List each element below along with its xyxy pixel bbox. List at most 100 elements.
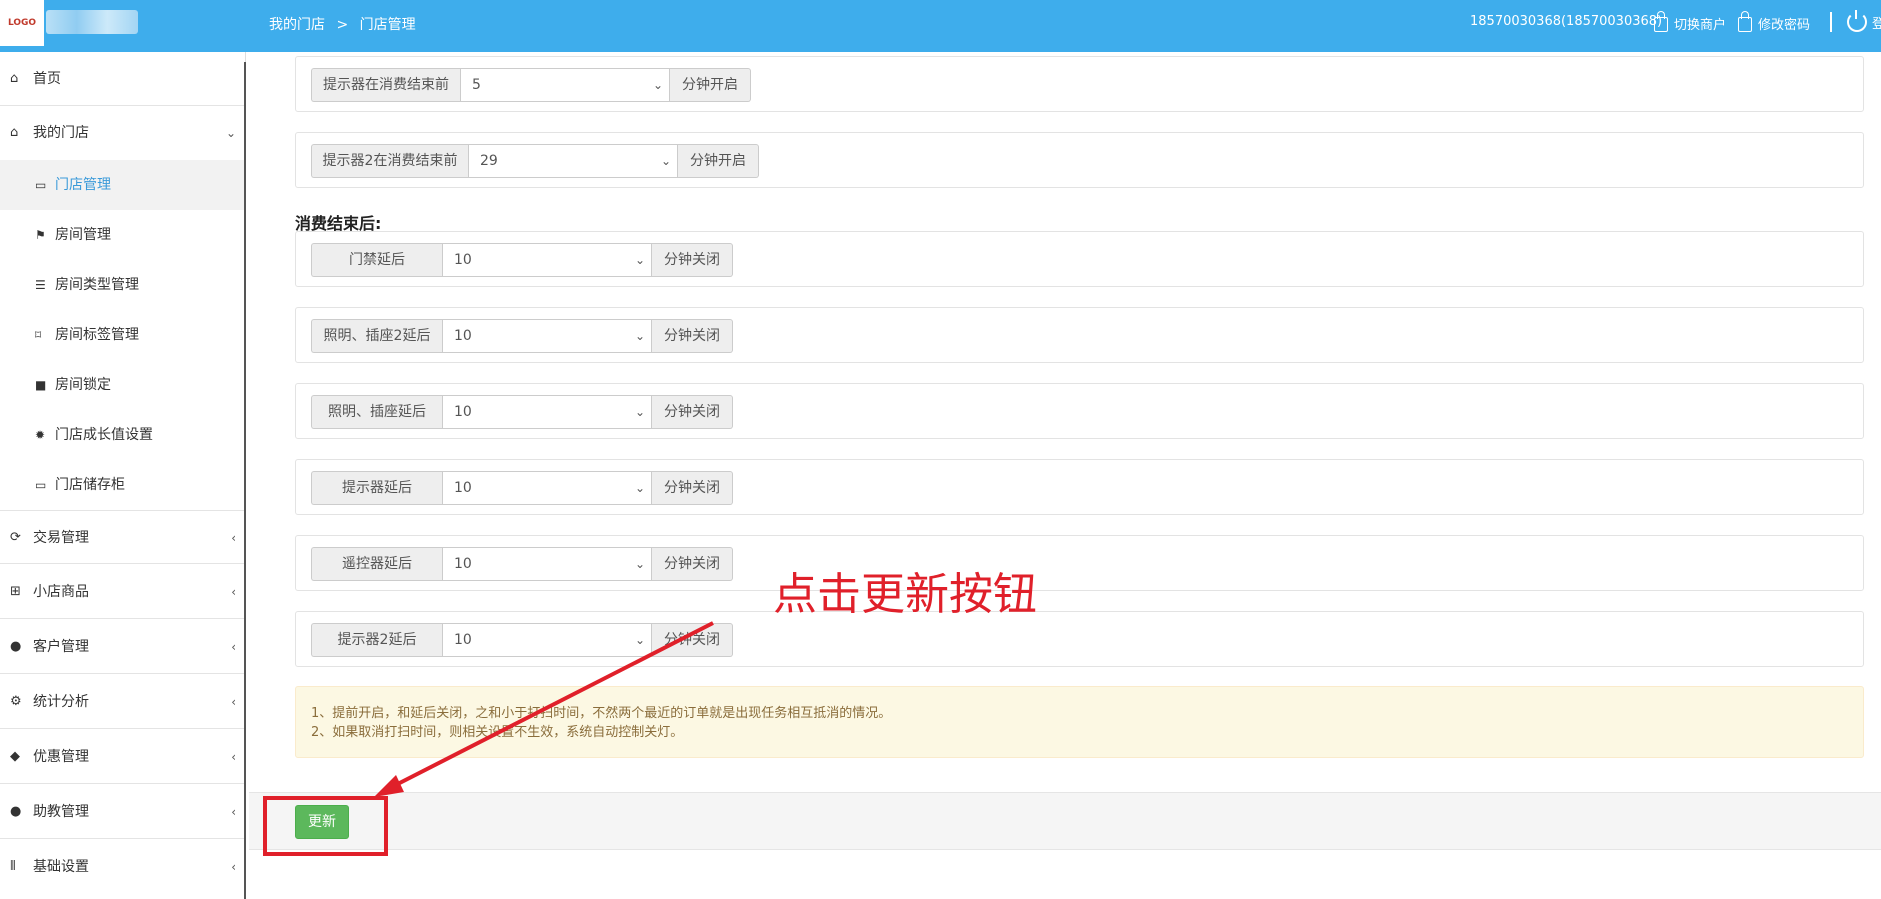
annotation-highlight-box (263, 796, 388, 856)
chevron-left-icon: ‹ (231, 695, 236, 709)
reminder-before-end-select[interactable]: 5 ⌄ (460, 68, 670, 102)
refresh-icon: ⟳ (10, 530, 21, 545)
home-icon: ⌂ (10, 125, 19, 140)
home-icon: ⌂ (10, 71, 19, 86)
sidebar-item-room-management[interactable]: ⚑ 房间管理 (0, 210, 244, 260)
select-value: 10 (454, 252, 472, 268)
sidebar-item-assistants[interactable]: ● 助教管理 ‹ (0, 785, 244, 839)
select-value: 10 (454, 328, 472, 344)
flag-icon: ⚑ (35, 228, 46, 242)
sidebar-item-growth-settings[interactable]: ✹ 门店成长值设置 (0, 410, 244, 460)
select-value: 5 (472, 77, 481, 93)
chevron-down-icon: ⌄ (660, 154, 671, 168)
lighting-delay-group: 照明、插座延后 10 ⌄ 分钟关闭 (311, 395, 733, 429)
sidebar: ⌂ 首页 ⌂ 我的门店 ⌄ ▭ 门店管理 ⚑ 房间管理 ☰ 房间类型管理 ⌑ 房… (0, 52, 246, 899)
sidebar-item-label: 助教管理 (33, 804, 89, 820)
sidebar-item-store-management[interactable]: ▭ 门店管理 (0, 160, 244, 210)
reminder-delay-select[interactable]: 10 ⌄ (442, 471, 652, 505)
form-row-panel: 提示器2在消费结束前 29 ⌄ 分钟开启 (295, 132, 1864, 188)
sidebar-item-home[interactable]: ⌂ 首页 (0, 52, 244, 106)
sidebar-item-label: 房间类型管理 (55, 277, 139, 293)
reminder2-before-end-group: 提示器2在消费结束前 29 ⌄ 分钟开启 (311, 144, 759, 178)
input-label: 遥控器延后 (311, 547, 442, 581)
chevron-down-icon: ⌄ (652, 78, 663, 92)
inbox-icon: ▭ (35, 178, 47, 192)
input-label: 提示器2延后 (311, 623, 442, 657)
reminder2-delay-select[interactable]: 10 ⌄ (442, 623, 652, 657)
lighting2-delay-group: 照明、插座2延后 10 ⌄ 分钟关闭 (311, 319, 733, 353)
sidebar-item-label: 房间管理 (55, 227, 111, 243)
annotation-text: 点击更新按钮 (773, 569, 1037, 620)
lighting-delay-select[interactable]: 10 ⌄ (442, 395, 652, 429)
input-addon: 分钟关闭 (652, 243, 733, 277)
chevron-down-icon: ⌄ (634, 633, 645, 647)
chevron-left-icon: ‹ (231, 640, 236, 654)
sidebar-item-room-type-management[interactable]: ☰ 房间类型管理 (0, 260, 244, 310)
chevron-down-icon: ⌄ (634, 405, 645, 419)
form-row-panel: 门禁延后 10 ⌄ 分钟关闭 (295, 231, 1864, 287)
sidebar-item-label: 客户管理 (33, 639, 89, 655)
sidebar-item-customers[interactable]: ● 客户管理 ‹ (0, 620, 244, 674)
reminder2-before-end-select[interactable]: 29 ⌄ (468, 144, 678, 178)
select-value: 10 (454, 404, 472, 420)
sidebar-item-label: 房间锁定 (55, 377, 111, 393)
select-value: 29 (480, 153, 498, 169)
user-icon: ● (10, 639, 22, 654)
form-row-panel: 照明、插座延后 10 ⌄ 分钟关闭 (295, 383, 1864, 439)
input-addon: 分钟关闭 (652, 471, 733, 505)
header-divider (1830, 12, 1832, 32)
input-addon: 分钟关闭 (652, 395, 733, 429)
form-footer (249, 792, 1881, 850)
lighting2-delay-select[interactable]: 10 ⌄ (442, 319, 652, 353)
power-icon[interactable] (1847, 10, 1867, 32)
inbox-icon: ▭ (35, 478, 47, 492)
sidebar-item-shop-goods[interactable]: ⊞ 小店商品 ‹ (0, 565, 244, 619)
change-password-link[interactable]: 修改密码 (1738, 11, 1811, 33)
user-account: 18570030368(18570030368) (1470, 14, 1663, 29)
sidebar-item-label: 门店管理 (55, 177, 111, 193)
door-delay-select[interactable]: 10 ⌄ (442, 243, 652, 277)
sidebar-item-statistics[interactable]: ⚙ 统计分析 ‹ (0, 675, 244, 729)
sidebar-item-label: 我的门店 (33, 125, 89, 141)
remote-delay-group: 遥控器延后 10 ⌄ 分钟关闭 (311, 547, 733, 581)
breadcrumb: 我的门店 > 门店管理 (269, 14, 416, 34)
switch-merchant-link[interactable]: 切换商户 (1654, 11, 1727, 33)
brand-logo[interactable]: LOGO (0, 0, 44, 46)
notice-line: 2、如果取消打扫时间，则相关设置不生效，系统自动控制关灯。 (311, 725, 684, 740)
sidebar-item-basic-settings[interactable]: ⦀ 基础设置 ‹ (0, 840, 244, 894)
form-row-panel: 提示器在消费结束前 5 ⌄ 分钟开启 (295, 56, 1864, 112)
sidebar-item-storage-locker[interactable]: ▭ 门店储存柜 (0, 460, 244, 510)
sidebar-item-room-lock[interactable]: ■ 房间锁定 (0, 360, 244, 410)
chevron-down-icon: ⌄ (634, 557, 645, 571)
lock-icon (1654, 11, 1668, 32)
reminder-delay-group: 提示器延后 10 ⌄ 分钟关闭 (311, 471, 733, 505)
sidebar-item-label: 首页 (33, 71, 61, 87)
select-value: 10 (454, 556, 472, 572)
sidebar-item-room-tag-management[interactable]: ⌑ 房间标签管理 (0, 310, 244, 360)
brand-area: LOGO (0, 0, 249, 52)
chevron-left-icon: ‹ (231, 585, 236, 599)
top-header: LOGO 我的门店 > 门店管理 18570030368(18570030368… (0, 0, 1881, 52)
input-label: 提示器延后 (311, 471, 442, 505)
door-delay-group: 门禁延后 10 ⌄ 分钟关闭 (311, 243, 733, 277)
change-password-label: 修改密码 (1758, 18, 1811, 33)
sidebar-item-label: 小店商品 (33, 584, 89, 600)
form-row-panel: 提示器2延后 10 ⌄ 分钟关闭 (295, 611, 1864, 667)
sidebar-scrollbar[interactable] (244, 62, 246, 899)
input-addon: 分钟开启 (670, 68, 751, 102)
sidebar-item-label: 门店储存柜 (55, 477, 125, 493)
chevron-down-icon: ⌄ (634, 329, 645, 343)
logout-label[interactable]: 登 (1872, 13, 1881, 32)
sidebar-item-discounts[interactable]: ◆ 优惠管理 ‹ (0, 730, 244, 784)
switch-merchant-label: 切换商户 (1674, 18, 1727, 33)
breadcrumb-my-store[interactable]: 我的门店 (269, 17, 325, 33)
sidebar-item-transactions[interactable]: ⟳ 交易管理 ‹ (0, 510, 244, 564)
reminder-before-end-group: 提示器在消费结束前 5 ⌄ 分钟开启 (311, 68, 751, 102)
bookmark-icon: ⌑ (35, 328, 42, 342)
input-label: 照明、插座延后 (311, 395, 442, 429)
sidebar-item-label: 基础设置 (33, 859, 89, 875)
remote-delay-select[interactable]: 10 ⌄ (442, 547, 652, 581)
chevron-down-icon: ⌄ (634, 481, 645, 495)
sidebar-item-my-store[interactable]: ⌂ 我的门店 ⌄ (0, 106, 244, 160)
input-addon: 分钟关闭 (652, 319, 733, 353)
